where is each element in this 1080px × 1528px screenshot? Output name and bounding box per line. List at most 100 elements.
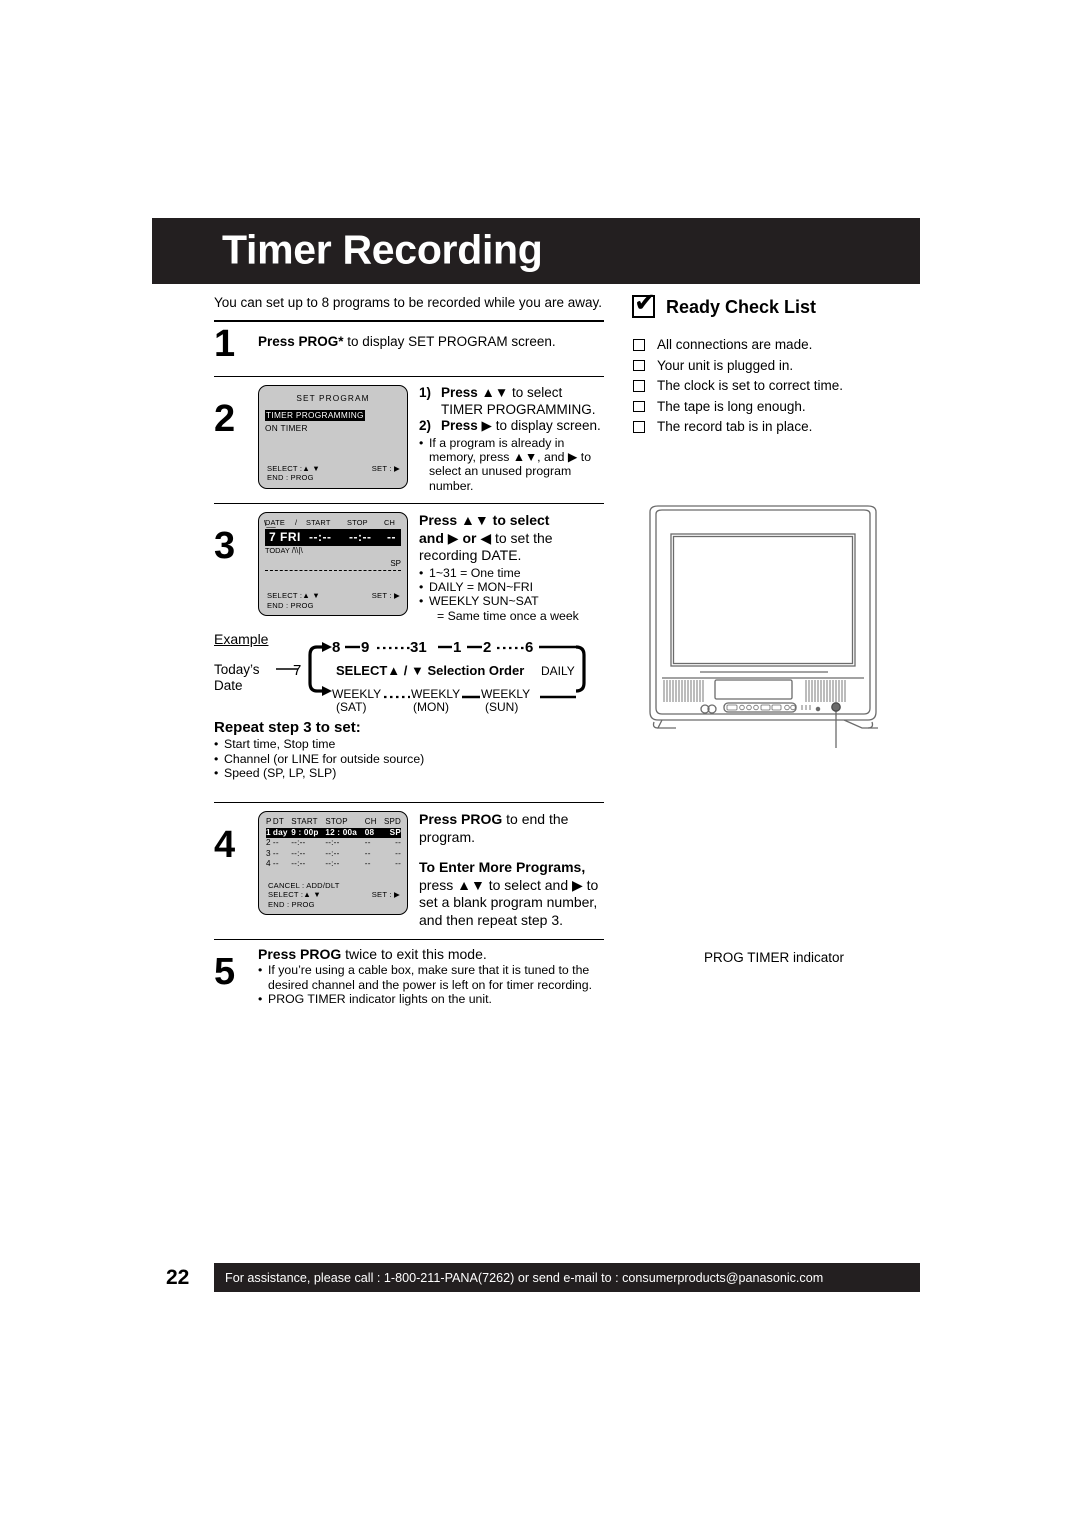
step-4-bold: Press PROG xyxy=(419,811,503,828)
repeat-title: Repeat step 3 to set: xyxy=(214,719,361,737)
cell-dt: -- xyxy=(272,859,279,869)
repeat-section: Repeat step 3 to set: Start time, Stop t… xyxy=(214,719,604,781)
example-weekly-0-day: (SAT) xyxy=(336,700,366,714)
osd-date-row-selected: 7 FRI --:-- --:-- -- xyxy=(265,529,401,547)
osd-today-row: TODAY /\\|\ xyxy=(265,546,401,557)
updown-arrows-icon: ▲▼ xyxy=(457,512,493,529)
osd-hdr-start: START xyxy=(306,518,331,528)
ready-check-list: All connections are made. Your unit is p… xyxy=(632,335,922,438)
table-row: 1 day 9 : 00p 12 : 00a 08 SP xyxy=(266,827,401,839)
example-daily-label: DAILY xyxy=(541,664,575,678)
step-4-sub-bold: To Enter More Programs, xyxy=(419,859,586,876)
cell-ch: -- xyxy=(364,848,371,858)
table-row: 2 -- --:-- --:-- -- -- xyxy=(266,838,401,849)
osd-foot-select: SELECT :▲ ▼ xyxy=(267,590,320,600)
divider xyxy=(214,939,604,941)
tv-illustration-svg xyxy=(649,505,878,748)
checkbox-icon[interactable] xyxy=(633,359,645,371)
step-3-number: 3 xyxy=(214,525,236,568)
step-2-text: 1) Press ▲▼ to select TIMER PROGRAMMING.… xyxy=(419,385,604,493)
cell-spd: -- xyxy=(395,848,401,858)
cell-stop: 12 : 00a xyxy=(325,827,365,839)
example-diagram: Example Today’s Date 8 9 31 1 2 6 7 SELE… xyxy=(214,629,604,721)
osd-footer: CANCEL : ADD/DLT SELECT :▲ ▼ SET : ▶ END … xyxy=(268,881,400,910)
osd-today-label: TODAY xyxy=(265,546,290,556)
cell-p: 4 xyxy=(266,859,271,869)
step-3-bullet-cont: = Same time once a week xyxy=(437,608,579,623)
col-dt: DT xyxy=(272,817,284,827)
tv-caption: PROG TIMER indicator xyxy=(704,950,845,965)
ready-check-title: Ready Check List xyxy=(666,297,817,317)
col-ch: CH xyxy=(364,817,377,827)
footer-bar: For assistance, please call : 1-800-211-… xyxy=(214,1263,920,1292)
step-1: 1 Press PROG* to display SET PROGRAM scr… xyxy=(214,324,604,366)
divider xyxy=(214,503,604,505)
step-1-rest: to display SET PROGRAM screen. xyxy=(343,334,556,349)
manual-page: Timer Recording You can set up to 8 prog… xyxy=(0,0,1080,1528)
left-arrow-icon: ◀ xyxy=(476,529,495,546)
cell-start: --:-- xyxy=(291,848,306,858)
checkbox-icon[interactable] xyxy=(633,421,645,433)
page-footer: 22 For assistance, please call : 1-800-2… xyxy=(152,1263,920,1293)
list-item-label: Your unit is plugged in. xyxy=(657,357,794,373)
cell-dt: -- xyxy=(272,848,279,858)
step-3-bullet: DAILY = MON~FRI xyxy=(419,580,604,595)
checkbox-icon[interactable] xyxy=(633,400,645,412)
col-p: P xyxy=(266,817,272,827)
intro-text: You can set up to 8 programs to be recor… xyxy=(214,295,602,310)
osd-title: SET PROGRAM xyxy=(296,393,370,403)
cell-p: 1 xyxy=(266,827,273,839)
page-title: Timer Recording xyxy=(222,226,543,273)
checkbox-icon[interactable] xyxy=(633,380,645,392)
cell-dt: -- xyxy=(272,838,279,848)
example-seq-1: 1 xyxy=(453,639,461,656)
repeat-item: Start time, Stop time xyxy=(214,737,604,752)
cell-stop: --:-- xyxy=(325,838,340,848)
example-diagram-svg: 8 9 31 1 2 6 7 SELECT▲ / ▼ Selection Ord… xyxy=(276,639,586,714)
osd-hdr-ch: CH xyxy=(384,518,396,528)
osd-program-table: P DT START STOP CH SPD 1 day 9 : 00p 12 … xyxy=(266,817,401,870)
osd-foot-select: SELECT :▲ ▼ xyxy=(268,890,321,900)
page-number: 22 xyxy=(166,1266,190,1289)
osd-screen-set-program: SET PROGRAM TIMER PROGRAMMING ON TIMER S… xyxy=(258,385,408,489)
step-2-item-2-bold: Press xyxy=(441,418,478,433)
repeat-item: Channel (or LINE for outside source) xyxy=(214,752,604,767)
step-5-rest: twice to exit this mode. xyxy=(341,946,487,963)
cell-p: 2 xyxy=(266,838,271,848)
step-4-number: 4 xyxy=(214,824,236,867)
example-seq-6: 6 xyxy=(525,639,533,656)
osd-foot-end: END : PROG xyxy=(267,473,314,483)
strikethrough-mark-icon: /\\|\ xyxy=(291,546,303,556)
step-4: 4 P DT START STOP CH SPD 1 day 9: 00p 1… xyxy=(214,811,604,929)
list-item-label: The tape is long enough. xyxy=(657,398,806,414)
osd-foot-cancel: CANCEL : ADD/DLT xyxy=(268,880,340,890)
step-2-item-1-marker: 1) xyxy=(419,385,432,400)
left-column: You can set up to 8 programs to be recor… xyxy=(214,295,604,1007)
cell-ch: -- xyxy=(364,838,371,848)
step-5-bullet: PROG TIMER indicator lights on the unit. xyxy=(258,992,604,1007)
example-weekly-0-name: WEEKLY xyxy=(332,687,381,701)
col-spd: SPD xyxy=(383,817,401,827)
list-item-label: The record tab is in place. xyxy=(657,419,813,434)
step-4-text: Press PROG to end the program. To Enter … xyxy=(419,811,604,929)
cell-ch: 08 xyxy=(364,827,380,839)
example-seq-2: 2 xyxy=(483,639,491,656)
strikethrough-mark-icon: \__ xyxy=(264,519,276,529)
example-weekly-2-day: (SUN) xyxy=(485,700,518,714)
step-2-item-2: 2) Press ▶ to display screen. xyxy=(419,418,604,435)
cell-p: 3 xyxy=(266,848,271,858)
table-header-row: P DT START STOP CH SPD xyxy=(266,817,401,828)
checkbox-icon[interactable] xyxy=(633,339,645,351)
example-weekly-1-name: WEEKLY xyxy=(411,687,460,701)
osd-footer: SELECT :▲ ▼ SET : ▶ END : PROG xyxy=(267,464,400,483)
cell-start: 9 : 00p xyxy=(291,827,326,839)
step-3-bullet: WEEKLY SUN~SAT xyxy=(419,594,604,609)
step-5-number: 5 xyxy=(214,951,236,994)
step-5-bold: Press PROG xyxy=(258,946,342,963)
osd-date-header: DATE / START STOP CH \__ xyxy=(264,518,401,529)
step-2-item-2-marker: 2) xyxy=(419,418,432,433)
osd-foot-set: SET : ▶ xyxy=(371,890,400,900)
step-5-heading: Press PROG twice to exit this mode. xyxy=(258,946,604,962)
osd-foot-set: SET : ▶ xyxy=(371,463,400,473)
col-start: START xyxy=(291,817,318,827)
